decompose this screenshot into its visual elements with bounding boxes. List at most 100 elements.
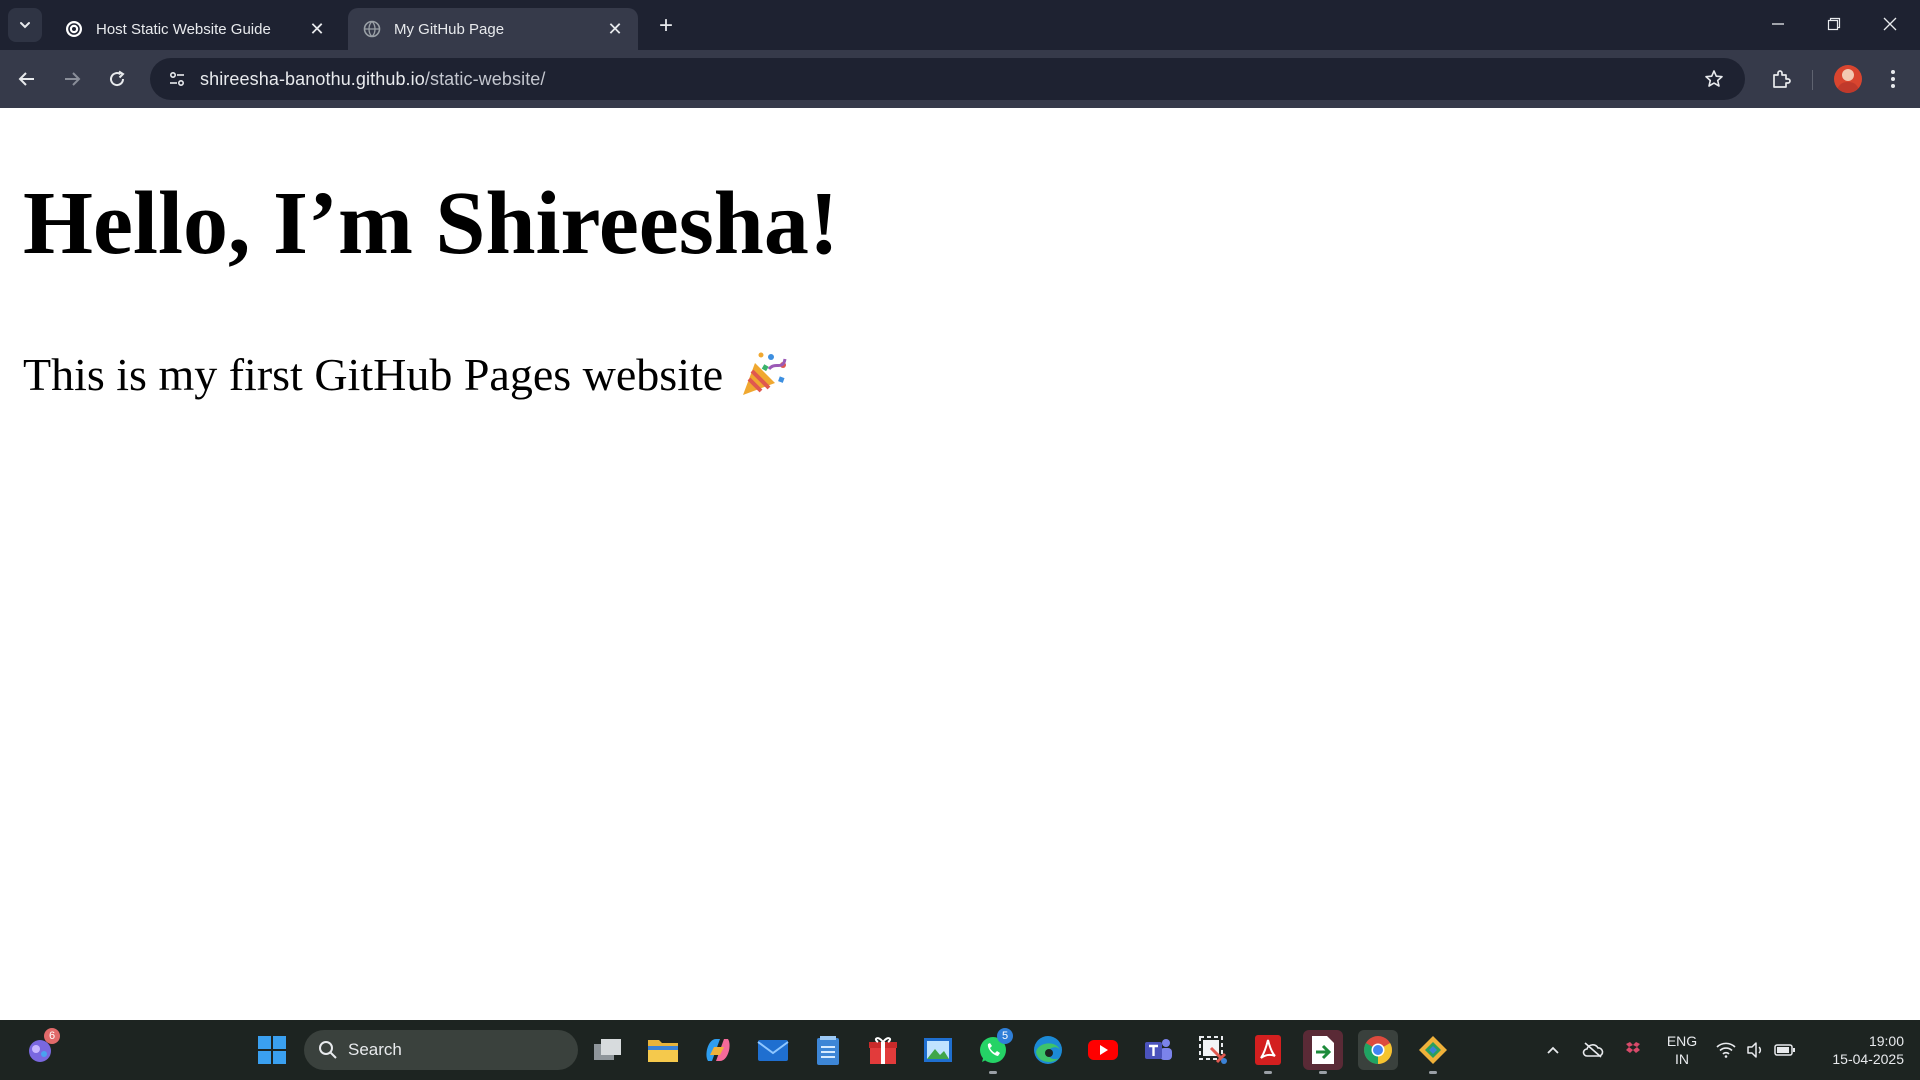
profile-avatar[interactable] (1834, 65, 1862, 93)
extensions-button[interactable] (1764, 62, 1798, 96)
wifi-tray[interactable] (1712, 1020, 1740, 1080)
widgets-badge: 6 (44, 1028, 60, 1044)
snipping-icon (1199, 1036, 1227, 1064)
more-vert-icon (1891, 70, 1895, 88)
chrome-icon (1364, 1036, 1392, 1064)
task-view-button[interactable] (588, 1030, 628, 1070)
gift-icon (869, 1037, 897, 1064)
clock[interactable]: 19:00 15-04-2025 (1810, 1032, 1904, 1068)
restore-icon (1827, 17, 1841, 31)
url-text: shireesha-banothu.github.io/static-websi… (200, 69, 546, 90)
whatsapp-app[interactable]: 5 (973, 1028, 1013, 1074)
windows-icon (258, 1036, 286, 1064)
tray-app-icon (1626, 1042, 1640, 1053)
back-button[interactable] (10, 62, 44, 96)
tab-host-static-website-guide[interactable]: Host Static Website Guide ✕ (50, 8, 340, 50)
chevron-up-icon (1547, 1046, 1559, 1054)
diamond-icon (1419, 1036, 1447, 1064)
chrome-app[interactable] (1358, 1030, 1398, 1070)
tab-strip: Host Static Website Guide ✕ My GitHub Pa… (0, 0, 1920, 50)
acrobat-icon (1255, 1035, 1281, 1065)
restore-button[interactable] (1806, 0, 1862, 48)
snipping-tool-app[interactable] (1193, 1030, 1233, 1070)
photo-icon (924, 1038, 952, 1062)
new-tab-button[interactable]: + (652, 12, 680, 40)
mail-app[interactable] (753, 1030, 793, 1070)
battery-icon (1774, 1044, 1795, 1056)
onedrive-tray[interactable] (1578, 1020, 1608, 1080)
photo-app[interactable] (918, 1030, 958, 1070)
volume-icon (1747, 1042, 1762, 1058)
battery-tray[interactable] (1770, 1020, 1800, 1080)
notepad-app[interactable] (808, 1030, 848, 1070)
reload-icon (110, 70, 125, 87)
tab-my-github-page[interactable]: My GitHub Page ✕ (348, 8, 638, 50)
file-arrow-icon (1312, 1036, 1334, 1064)
show-hidden-icons-button[interactable] (1538, 1020, 1568, 1080)
tab-close-icon[interactable]: ✕ (306, 18, 328, 40)
widgets-button[interactable]: 6 (20, 1028, 60, 1070)
page-text: This is my first GitHub Pages website (23, 348, 789, 408)
move-to-app[interactable] (1303, 1030, 1343, 1074)
arrow-right-icon (65, 72, 81, 86)
app-diamond[interactable] (1413, 1030, 1453, 1074)
reload-button[interactable] (100, 62, 134, 96)
tune-icon (169, 71, 185, 87)
tab-close-icon[interactable]: ✕ (604, 18, 626, 40)
notepad-icon (817, 1036, 839, 1065)
start-button[interactable] (252, 1030, 292, 1070)
gift-app[interactable] (863, 1030, 903, 1070)
tab-title: My GitHub Page (394, 20, 505, 38)
search-placeholder: Search (348, 1040, 402, 1059)
url-path: /static-website/ (424, 68, 546, 89)
bookmark-button[interactable] (1699, 64, 1729, 94)
language-line-1: ENG (1666, 1033, 1698, 1049)
close-window-button[interactable] (1862, 0, 1918, 48)
folder-icon (648, 1040, 678, 1062)
globe-icon (362, 19, 382, 39)
mail-icon (757, 1040, 789, 1061)
language-indicator[interactable]: ENG IN (1660, 1032, 1704, 1068)
plus-icon: + (658, 12, 673, 39)
tab-title: Host Static Website Guide (96, 20, 271, 38)
edge-app[interactable] (1028, 1030, 1068, 1070)
teams-icon (1145, 1039, 1172, 1060)
clock-date: 15-04-2025 (1832, 1051, 1904, 1067)
copilot-icon (706, 1039, 730, 1061)
app-tray-icon[interactable] (1618, 1020, 1648, 1080)
clock-time: 19:00 (1868, 1033, 1904, 1049)
cloud-off-icon (1582, 1042, 1604, 1058)
forward-button[interactable] (55, 62, 89, 96)
volume-tray[interactable] (1742, 1020, 1768, 1080)
site-info-button[interactable] (162, 64, 192, 94)
language-line-2: IN (1675, 1051, 1689, 1067)
page-text-label: This is my first GitHub Pages website (23, 349, 724, 400)
tab-search-button[interactable] (8, 8, 42, 42)
party-popper-icon (739, 351, 789, 408)
web-page: Hello, I’m Shireesha! This is my first G… (0, 108, 1920, 1020)
page-heading: Hello, I’m Shireesha! (23, 174, 839, 273)
toolbar-divider (1812, 70, 1813, 90)
minimize-icon (1772, 23, 1784, 25)
acrobat-app[interactable] (1248, 1030, 1288, 1074)
edge-icon (1034, 1036, 1062, 1064)
address-bar[interactable]: shireesha-banothu.github.io/static-websi… (150, 58, 1745, 100)
arrow-left-icon (18, 72, 34, 86)
search-icon (318, 1040, 338, 1060)
youtube-app[interactable] (1083, 1030, 1123, 1070)
url-host: shireesha-banothu.github.io (200, 68, 425, 89)
star-icon (1705, 70, 1723, 87)
file-explorer-app[interactable] (643, 1030, 683, 1070)
whatsapp-badge: 5 (997, 1028, 1013, 1044)
close-icon (1883, 17, 1897, 31)
youtube-icon (1088, 1040, 1118, 1060)
teams-app[interactable] (1138, 1030, 1178, 1070)
wifi-icon (1716, 1042, 1736, 1058)
chrome-menu-button[interactable] (1876, 62, 1910, 96)
minimize-button[interactable] (1750, 0, 1806, 48)
task-view-icon (594, 1039, 621, 1060)
taskbar-search[interactable]: Search (304, 1030, 578, 1070)
chevron-down-icon (20, 22, 30, 29)
copilot-app[interactable] (698, 1030, 738, 1070)
browser-toolbar: shireesha-banothu.github.io/static-websi… (0, 50, 1920, 108)
